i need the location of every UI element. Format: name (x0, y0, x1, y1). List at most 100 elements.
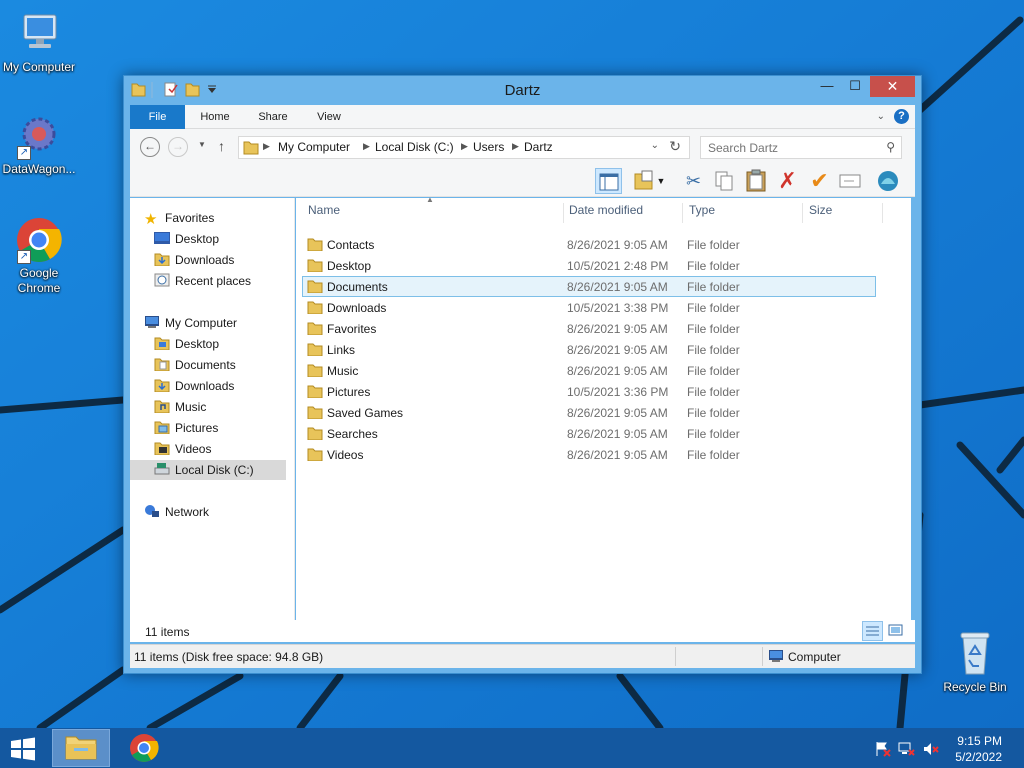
minimize-button[interactable]: — (814, 76, 840, 97)
tab-share[interactable]: Share (250, 105, 296, 129)
search-box[interactable]: ⚲ (700, 136, 902, 159)
recent-locations-chevron-icon[interactable]: ▼ (198, 140, 206, 149)
new-folder-button[interactable] (630, 168, 657, 194)
nav-item-label: Local Disk (C:) (175, 463, 254, 477)
file-name: Contacts (327, 238, 375, 252)
column-header-date-modified[interactable]: Date modified (563, 203, 683, 223)
nav-computer-local-disk[interactable]: Local Disk (C:) (130, 460, 286, 480)
shell-icon[interactable] (874, 168, 901, 194)
breadcrumb-dartz[interactable]: Dartz (524, 140, 553, 154)
properties-check-icon[interactable]: ✔ (806, 168, 833, 194)
file-name: Music (327, 364, 359, 378)
nav-network[interactable]: Network (144, 502, 209, 522)
column-header-size[interactable]: Size (803, 203, 883, 223)
system-clock[interactable]: 9:15 PM 5/2/2022 (955, 733, 1002, 765)
nav-my-computer[interactable]: My Computer (144, 313, 237, 333)
copy-icon[interactable] (710, 168, 737, 194)
search-icon[interactable]: ⚲ (886, 140, 895, 154)
file-name: Desktop (327, 259, 372, 273)
taskbar-file-explorer[interactable] (52, 729, 110, 767)
desktop-icon-my-computer[interactable]: My Computer (0, 10, 78, 75)
nav-favorites-recent-places[interactable]: Recent places (154, 271, 251, 291)
computer-icon (145, 316, 159, 328)
explorer-window[interactable]: Dartz — ☐ ✕ File Home Share View ⌄ ? ← →… (123, 75, 922, 674)
up-button[interactable]: ↑ (218, 138, 225, 154)
desktop-icon-datawagon[interactable]: ↗ DataWagon... (0, 112, 78, 177)
cut-icon[interactable]: ✂ (680, 168, 707, 194)
nav-computer-documents[interactable]: Documents (154, 355, 236, 375)
rename-icon[interactable] (836, 168, 863, 194)
refresh-icon[interactable]: ↻ (669, 138, 681, 155)
file-date-modified: 10/5/2021 3:36 PM (567, 385, 669, 399)
file-row[interactable]: Downloads 10/5/2021 3:38 PM File folder (302, 297, 876, 318)
folder-icon (307, 427, 323, 440)
file-row[interactable]: Music 8/26/2021 9:05 AM File folder (302, 360, 876, 381)
ribbon-expand-chevron-icon[interactable]: ⌄ (877, 111, 885, 122)
address-field[interactable]: ▶ My Computer ▶ Local Disk (C:) ▶ Users … (238, 136, 690, 159)
file-row[interactable]: Links 8/26/2021 9:05 AM File folder (302, 339, 876, 360)
details-view-button[interactable] (862, 621, 883, 641)
nav-favorites-desktop[interactable]: Desktop (154, 229, 219, 249)
file-name: Videos (327, 448, 364, 462)
title-bar[interactable]: Dartz — ☐ ✕ (124, 76, 921, 105)
nav-computer-desktop[interactable]: Desktop (154, 334, 219, 354)
desktop-icon-google-chrome[interactable]: ↗ Google Chrome (0, 216, 78, 296)
gear-app-icon: ↗ (15, 112, 63, 160)
action-center-flag-icon[interactable] (874, 741, 892, 757)
file-row[interactable]: Documents 8/26/2021 9:05 AM File folder (302, 276, 876, 297)
search-input[interactable] (701, 137, 876, 158)
tab-view[interactable]: View (306, 105, 352, 129)
nav-computer-pictures[interactable]: Pictures (154, 418, 218, 438)
file-type: File folder (687, 385, 740, 399)
folder-properties-icon (634, 170, 652, 190)
nav-item-label: Recent places (175, 274, 252, 288)
details-view-icon (866, 626, 879, 636)
file-row[interactable]: Searches 8/26/2021 9:05 AM File folder (302, 423, 876, 444)
column-header-name[interactable]: Name (302, 203, 564, 223)
chrome-icon (130, 734, 159, 762)
file-row[interactable]: Saved Games 8/26/2021 9:05 AM File folder (302, 402, 876, 423)
nav-item-label: Desktop (175, 232, 220, 246)
window-title: Dartz (504, 82, 541, 99)
column-header-type[interactable]: Type (683, 203, 803, 223)
nav-favorites[interactable]: ★ Favorites (144, 208, 214, 228)
nav-favorites-downloads[interactable]: Downloads (154, 250, 234, 270)
large-icons-view-button[interactable] (886, 621, 907, 641)
folder-icon (243, 141, 259, 155)
paste-icon[interactable] (742, 168, 769, 194)
tab-home[interactable]: Home (192, 105, 238, 129)
breadcrumb-users[interactable]: Users (473, 140, 504, 154)
forward-button[interactable]: → (168, 137, 188, 157)
file-row[interactable]: Desktop 10/5/2021 2:48 PM File folder (302, 255, 876, 276)
file-date-modified: 8/26/2021 9:05 AM (567, 343, 668, 357)
maximize-button[interactable]: ☐ (842, 76, 868, 97)
breadcrumb-local-disk[interactable]: Local Disk (C:) (375, 140, 454, 154)
desktop-icon-recycle-bin[interactable]: Recycle Bin (936, 630, 1014, 695)
nav-computer-downloads[interactable]: Downloads (154, 376, 234, 396)
preview-pane-button[interactable] (595, 168, 622, 194)
file-row[interactable]: Videos 8/26/2021 9:05 AM File folder (302, 444, 876, 465)
file-row[interactable]: Contacts 8/26/2021 9:05 AM File folder (302, 234, 876, 255)
file-name: Pictures (327, 385, 371, 399)
file-row[interactable]: Favorites 8/26/2021 9:05 AM File folder (302, 318, 876, 339)
back-button[interactable]: ← (140, 137, 160, 157)
close-button[interactable]: ✕ (870, 76, 915, 97)
organize-dropdown-chevron-icon[interactable]: ▼ (654, 168, 668, 194)
taskbar-google-chrome[interactable] (118, 729, 170, 767)
address-dropdown-chevron-icon[interactable]: ⌄ (651, 140, 659, 151)
volume-muted-icon[interactable] (922, 741, 940, 757)
tab-file[interactable]: File (130, 105, 185, 129)
delete-icon[interactable]: ✗ (774, 168, 801, 194)
breadcrumb-my-computer[interactable]: My Computer (278, 140, 350, 154)
clock-time: 9:15 PM (957, 734, 1002, 748)
help-icon[interactable]: ? (894, 109, 909, 124)
drive-icon (154, 463, 170, 475)
desktop-icon-label: Google Chrome (17, 266, 61, 295)
file-type: File folder (687, 364, 740, 378)
item-count: 11 items (145, 625, 190, 639)
file-row[interactable]: Pictures 10/5/2021 3:36 PM File folder (302, 381, 876, 402)
start-button[interactable] (8, 736, 40, 762)
network-status-icon[interactable] (898, 741, 916, 757)
nav-computer-videos[interactable]: Videos (154, 439, 211, 459)
nav-computer-music[interactable]: Music (154, 397, 206, 417)
